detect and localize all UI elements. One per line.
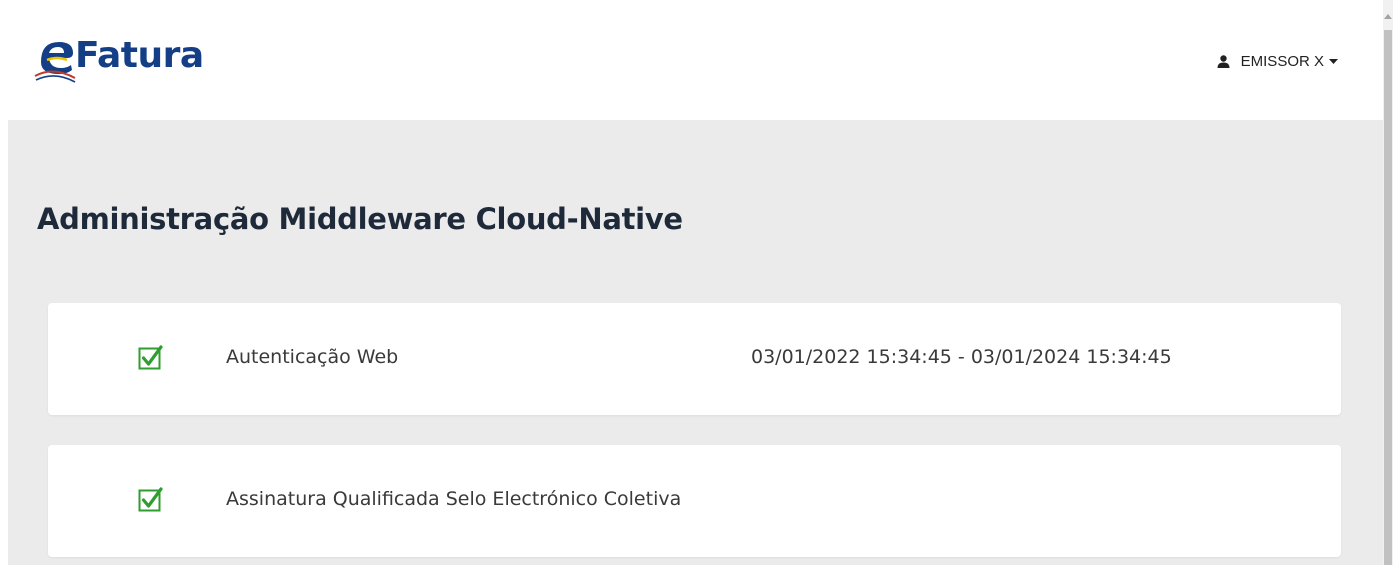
- scroll-up-arrow-icon[interactable]: [1384, 14, 1392, 19]
- main-content: Administração Middleware Cloud-Native Au…: [8, 120, 1383, 565]
- vertical-scrollbar[interactable]: [1383, 0, 1393, 565]
- user-icon: [1217, 55, 1230, 68]
- item-label: Autenticação Web: [226, 346, 399, 368]
- checkbox-checked-icon[interactable]: [138, 487, 164, 513]
- item-validity: 03/01/2022 15:34:45 - 03/01/2024 15:34:4…: [751, 346, 1172, 368]
- user-menu-label: EMISSOR X: [1240, 53, 1324, 70]
- logo-e-icon: [34, 42, 76, 83]
- header: Fatura EMISSOR X: [0, 0, 1383, 120]
- list-item: Autenticação Web 03/01/2022 15:34:45 - 0…: [48, 303, 1341, 415]
- page: Fatura EMISSOR X Administração Middlewar…: [0, 0, 1393, 565]
- list-item: Assinatura Qualificada Selo Electrónico …: [48, 445, 1341, 557]
- efatura-logo[interactable]: Fatura: [33, 36, 204, 96]
- scrollbar-thumb[interactable]: [1384, 30, 1392, 565]
- user-menu-dropdown[interactable]: EMISSOR X: [1217, 53, 1338, 70]
- page-title: Administração Middleware Cloud-Native: [37, 202, 683, 236]
- logo-text: Fatura: [75, 35, 204, 76]
- checkbox-checked-icon[interactable]: [138, 345, 164, 371]
- item-label: Assinatura Qualificada Selo Electrónico …: [226, 488, 682, 510]
- caret-down-icon: [1329, 58, 1338, 65]
